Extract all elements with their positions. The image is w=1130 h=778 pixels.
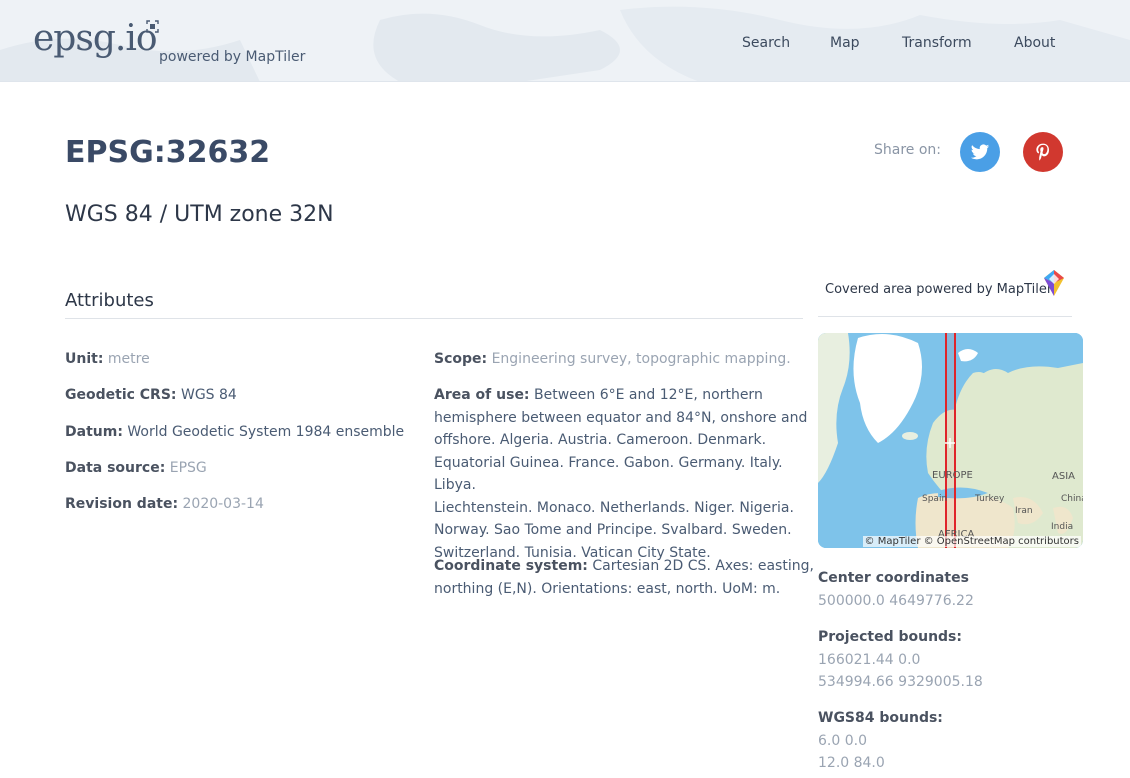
datum-attribute: Datum: World Geodetic System 1984 ensemb… xyxy=(65,421,404,444)
map-label-europe: EUROPE xyxy=(932,470,973,481)
twitter-share-button[interactable] xyxy=(960,132,1000,172)
coordinate-system-line[interactable]: northing (E,N). Orientations: east, nort… xyxy=(434,578,814,601)
twitter-icon xyxy=(970,144,990,160)
projected-bounds-value: 534994.66 9329005.18 xyxy=(818,674,983,690)
area-of-use-line: offshore. Algeria. Austria. Cameroon. De… xyxy=(434,432,767,448)
coverage-map[interactable]: EUROPE ASIA Spain Turkey Iran China Indi… xyxy=(818,333,1083,548)
divider xyxy=(65,318,803,319)
area-of-use-label: Area of use: xyxy=(434,387,530,403)
map-label-asia: ASIA xyxy=(1052,471,1075,482)
wgs84-bounds-value: 6.0 0.0 xyxy=(818,733,867,749)
data-source-value: EPSG xyxy=(169,460,207,476)
covered-area-label: Covered area powered by MapTiler xyxy=(825,282,1053,297)
revision-date-attribute: Revision date: 2020-03-14 xyxy=(65,493,264,516)
revision-date-label: Revision date: xyxy=(65,496,179,512)
pinterest-share-button[interactable] xyxy=(1023,132,1063,172)
geodetic-crs-label: Geodetic CRS: xyxy=(65,387,177,403)
site-header: epsg.io powered by MapTiler Search Map T… xyxy=(0,0,1130,82)
coordinate-system-line[interactable]: Cartesian 2D CS. Axes: easting, xyxy=(592,558,814,574)
scope-label: Scope: xyxy=(434,351,488,367)
unit-label: Unit: xyxy=(65,351,104,367)
pinterest-icon xyxy=(1036,143,1049,161)
powered-by-link[interactable]: powered by MapTiler xyxy=(159,49,305,65)
data-source-attribute: Data source: EPSG xyxy=(65,457,207,480)
nav-search[interactable]: Search xyxy=(742,35,790,51)
center-coordinates-value: 500000.0 4649776.22 xyxy=(818,593,974,609)
coordinate-system-attribute: Coordinate system: Cartesian 2D CS. Axes… xyxy=(434,555,814,600)
projected-bounds-value: 166021.44 0.0 xyxy=(818,652,921,668)
map-label-china: China xyxy=(1061,494,1083,504)
coordinate-system-label: Coordinate system: xyxy=(434,558,588,574)
map-label-india: India xyxy=(1051,522,1073,532)
scope-value: Engineering survey, topographic mapping. xyxy=(491,351,791,367)
area-of-use-line: hemisphere between equator and 84°N, ons… xyxy=(434,409,808,426)
area-of-use-line: Equatorial Guinea. France. Gabon. German… xyxy=(434,454,783,494)
wgs84-bounds-label: WGS84 bounds: xyxy=(818,710,943,726)
share-label: Share on: xyxy=(874,142,942,158)
coverage-map-graphic: EUROPE ASIA Spain Turkey Iran China Indi… xyxy=(818,333,1083,548)
projected-bounds-label: Projected bounds: xyxy=(818,629,962,645)
data-source-label: Data source: xyxy=(65,460,166,476)
site-logo[interactable]: epsg.io xyxy=(33,18,157,59)
expand-icon xyxy=(146,20,159,33)
attributes-heading: Attributes xyxy=(65,290,154,311)
area-of-use-line: Liechtenstein. Monaco. Netherlands. Nige… xyxy=(434,499,794,516)
datum-label: Datum: xyxy=(65,424,123,440)
divider xyxy=(818,316,1072,317)
unit-attribute: Unit: metre xyxy=(65,348,150,371)
nav-transform[interactable]: Transform xyxy=(902,35,972,51)
nav-map[interactable]: Map xyxy=(830,35,860,51)
revision-date-value: 2020-03-14 xyxy=(182,496,264,512)
crs-code: EPSG:32632 xyxy=(65,135,271,170)
maptiler-logo-icon[interactable] xyxy=(1042,269,1066,297)
crs-name: WGS 84 / UTM zone 32N xyxy=(65,202,334,227)
nav-about[interactable]: About xyxy=(1014,35,1055,51)
center-coordinates-label: Center coordinates xyxy=(818,570,969,586)
datum-link[interactable]: World Geodetic System 1984 ensemble xyxy=(127,424,404,440)
geodetic-crs-link[interactable]: WGS 84 xyxy=(181,387,237,403)
unit-value[interactable]: metre xyxy=(108,351,150,367)
map-label-iran: Iran xyxy=(1015,506,1033,516)
map-label-turkey: Turkey xyxy=(974,494,1005,504)
area-of-use-attribute: Area of use: Between 6°E and 12°E, north… xyxy=(434,384,814,564)
geodetic-crs-attribute: Geodetic CRS: WGS 84 xyxy=(65,384,237,407)
wgs84-bounds-value: 12.0 84.0 xyxy=(818,755,885,771)
map-label-spain: Spain xyxy=(922,494,947,504)
scope-attribute: Scope: Engineering survey, topographic m… xyxy=(434,348,791,371)
area-of-use-line: Between 6°E and 12°E, northern xyxy=(534,387,763,403)
area-of-use-line: Norway. Sao Tome and Principe. Svalbard.… xyxy=(434,522,792,538)
map-attribution[interactable]: © MapTiler © OpenStreetMap contributors xyxy=(862,536,1081,547)
